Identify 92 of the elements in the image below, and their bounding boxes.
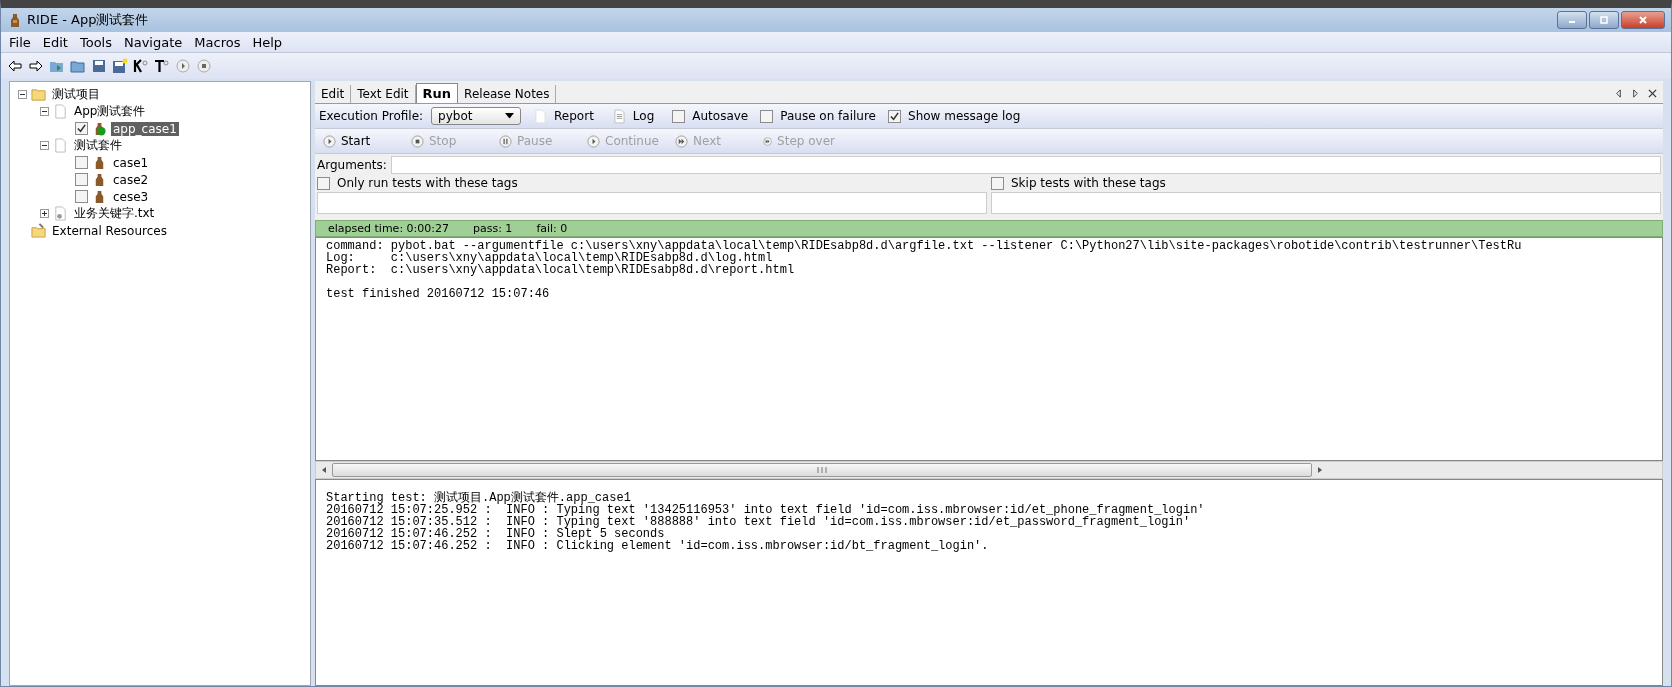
tags-field[interactable]: [991, 192, 1661, 214]
link[interactable]: Report: [554, 109, 594, 123]
checkbox[interactable]: [760, 109, 774, 123]
menu-item[interactable]: Tools: [79, 34, 112, 50]
maximize-button[interactable]: [1589, 11, 1619, 29]
fail-count: fail: 0: [536, 222, 568, 235]
menu-item[interactable]: Macros: [194, 34, 241, 50]
menu-item[interactable]: File: [9, 34, 31, 50]
pause-icon: [499, 134, 512, 148]
log-line: Starting test: 测试项目.App测试套件.app_case1: [326, 491, 631, 505]
checkbox[interactable]: [75, 122, 88, 135]
expander-icon[interactable]: [40, 209, 49, 218]
file-icon: [53, 104, 68, 119]
file-icon: [53, 138, 68, 153]
output-line: Report: c:\users\xny\appdata\local\temp\RIDEsabp8d.d\report.html: [326, 263, 795, 277]
log-line: 20160712 15:07:35.512 : INFO : Typing text '888888' into text field 'id=com.iss.mbrowser:id/et_password_fragment_login': [326, 515, 1191, 529]
tree-item[interactable]: app_case1: [111, 121, 179, 136]
maximize-icon: [1599, 15, 1609, 25]
expander-icon[interactable]: [40, 141, 49, 150]
tab[interactable]: Edit: [315, 85, 352, 103]
tab[interactable]: Text Edit: [351, 85, 416, 103]
link[interactable]: Log: [632, 109, 655, 123]
profile-dropdown[interactable]: pybot: [431, 107, 522, 125]
output-line: command: pybot.bat --argumentfile c:\users\xny\appdata\local\temp\RIDEsabp8d.d\argfile.txt --listener C:\Python27\lib\site-packages\robotide\contrib\testrunner\TestRu: [326, 239, 1522, 253]
tree-item[interactable]: 业务关键字.txt: [72, 205, 157, 222]
next-icon: [763, 134, 773, 148]
test-search-icon[interactable]: [154, 58, 170, 74]
back-arrow-icon[interactable]: [7, 58, 23, 74]
log-line: 20160712 15:07:46.252 : INFO : Clicking element 'id=com.iss.mbrowser:id/bt_fragment_login'.: [326, 539, 989, 553]
folder-icon: [31, 223, 46, 238]
menu-item[interactable]: Help: [252, 34, 283, 50]
tree-item[interactable]: External Resources: [50, 223, 169, 238]
keyword-search-icon[interactable]: [133, 58, 149, 74]
tab[interactable]: Run: [415, 83, 459, 103]
menu-item[interactable]: Navigate: [124, 34, 183, 50]
run-control-button[interactable]: Start: [319, 134, 399, 148]
tree-item[interactable]: App测试套件: [72, 103, 148, 120]
close-icon: [1638, 15, 1648, 25]
expander-icon[interactable]: [18, 90, 27, 99]
document-icon: [613, 108, 625, 124]
stop-icon[interactable]: [196, 58, 212, 74]
checkbox-label: Autosave: [692, 109, 749, 123]
forward-arrow-icon[interactable]: [28, 58, 44, 74]
pass-count: pass: 1: [473, 222, 513, 235]
horizontal-scrollbar[interactable]: [315, 461, 1663, 479]
scroll-left-icon[interactable]: [1614, 89, 1623, 98]
tree-item[interactable]: 测试套件: [72, 137, 124, 154]
folder-icon: [31, 87, 46, 102]
dropdown-arrow-icon: [505, 113, 515, 119]
checkbox[interactable]: [991, 176, 1004, 190]
file-gear-icon: [53, 206, 68, 221]
minimize-button[interactable]: [1557, 11, 1587, 29]
close-icon[interactable]: [1648, 89, 1657, 98]
next-icon: [675, 134, 688, 148]
log-line: 20160712 15:07:46.252 : INFO : Slept 5 seconds: [326, 527, 665, 541]
tree-item[interactable]: case2: [111, 172, 151, 187]
arguments-field[interactable]: [390, 156, 1661, 174]
expander-icon[interactable]: [40, 107, 49, 116]
profile-label: Execution Profile:: [319, 109, 424, 123]
play-icon: [323, 134, 336, 148]
document-icon: [535, 108, 547, 124]
arguments-label: Arguments:: [317, 158, 387, 172]
tree-item[interactable]: cese3: [111, 189, 151, 204]
play-icon: [587, 134, 600, 148]
checkbox-label: Only run tests with these tags: [337, 176, 518, 190]
output-line: Log: c:\users\xny\appdata\local\temp\RIDEsabp8d.d\log.html: [326, 251, 773, 265]
tags-field[interactable]: [317, 192, 987, 214]
checkbox[interactable]: [672, 109, 686, 123]
run-icon[interactable]: [175, 58, 191, 74]
checkbox-label: Show message log: [908, 109, 1021, 123]
checkbox[interactable]: [75, 190, 88, 203]
folder-icon[interactable]: [70, 58, 86, 74]
close-button[interactable]: [1621, 11, 1665, 29]
checkbox[interactable]: [888, 109, 901, 123]
output-line: test finished 20160712 15:07:46: [326, 287, 550, 301]
checkbox[interactable]: [75, 156, 88, 169]
scrollbar-thumb[interactable]: [332, 463, 1312, 477]
save-icon[interactable]: [91, 58, 107, 74]
checkbox[interactable]: [75, 173, 88, 186]
tree-item[interactable]: case1: [111, 155, 151, 170]
tree-item[interactable]: 测试项目: [50, 86, 102, 103]
checkbox-label: Pause on failure: [780, 109, 876, 123]
checkbox[interactable]: [317, 176, 330, 190]
elapsed-time: elapsed time: 0:00:27: [328, 222, 449, 235]
checkbox-label: Skip tests with these tags: [1011, 176, 1166, 190]
log-line: 20160712 15:07:25.952 : INFO : Typing text '13425116953' into text field 'id=com.iss.mbrowser:id/et_phone_fragment_login': [326, 503, 1205, 517]
stop-icon: [411, 134, 424, 148]
tab[interactable]: Release Notes: [458, 85, 557, 103]
scroll-right-icon[interactable]: [1631, 89, 1640, 98]
window-title: RIDE - App测试套件: [27, 11, 149, 29]
save-all-icon[interactable]: [112, 58, 128, 74]
menu-item[interactable]: Edit: [42, 34, 68, 50]
